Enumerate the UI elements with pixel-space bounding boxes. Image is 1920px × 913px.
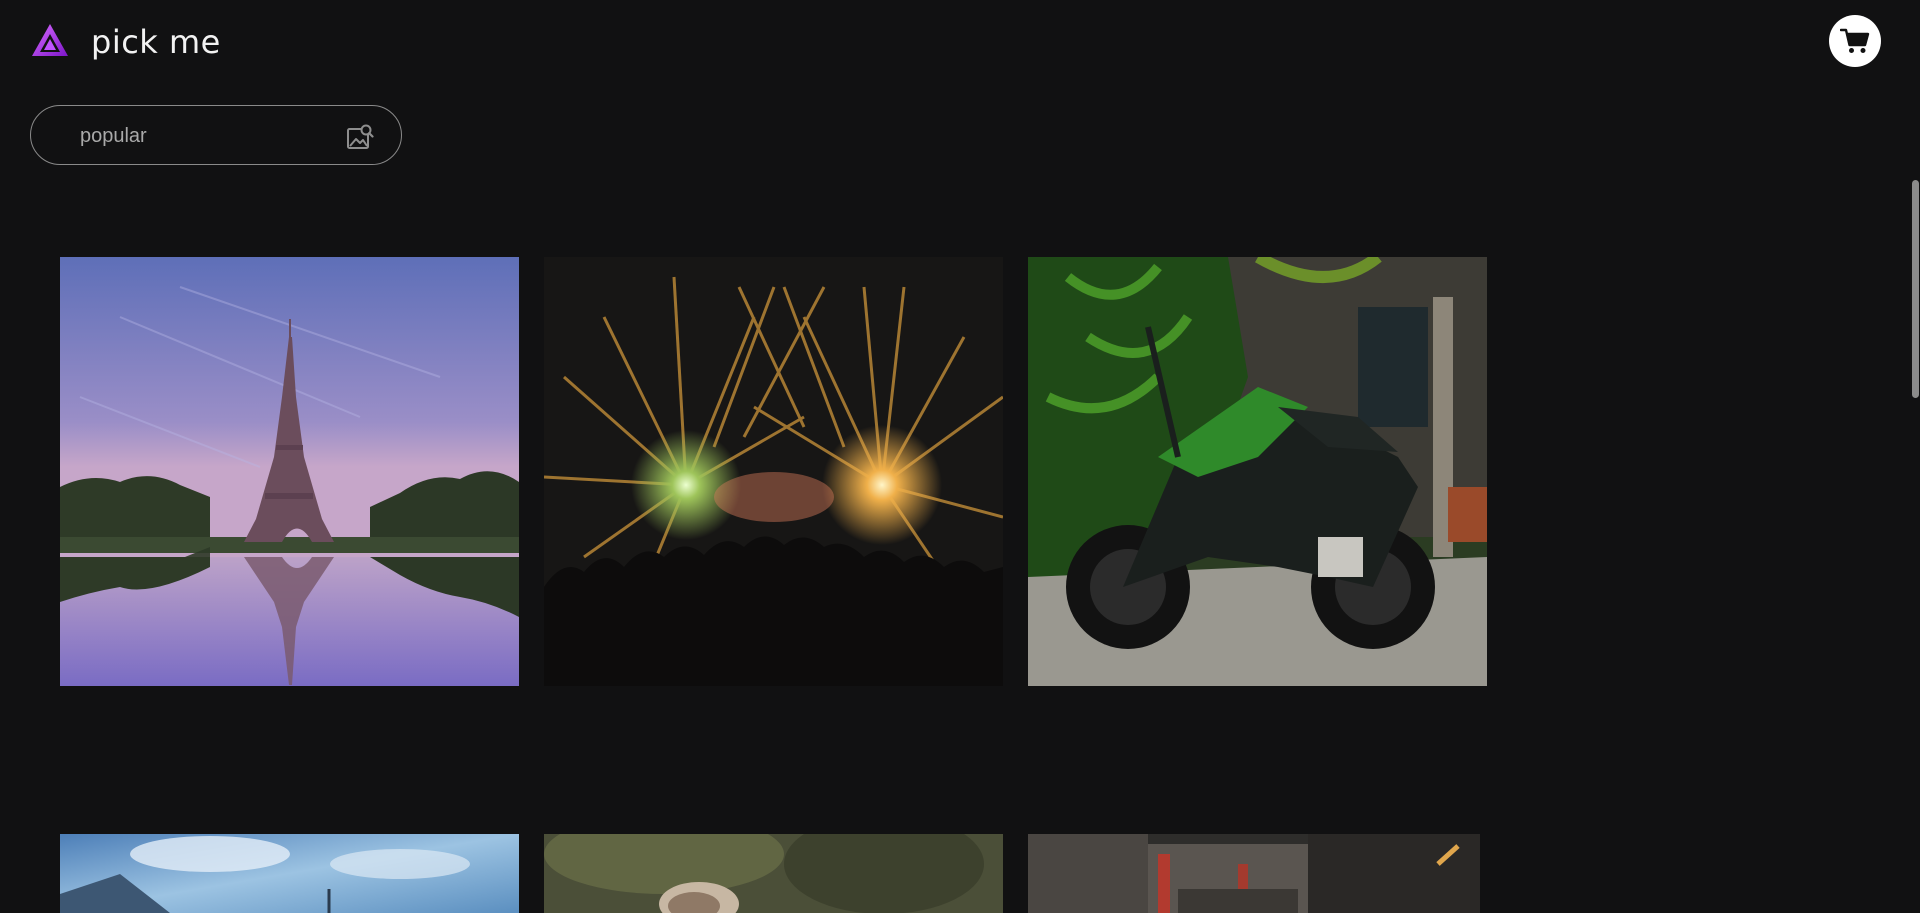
scrollbar-track[interactable] (1910, 0, 1920, 913)
brand-name[interactable]: pick me (91, 22, 221, 62)
gallery-image-animal-blurred[interactable] (544, 834, 1003, 913)
scrollbar-thumb[interactable] (1912, 180, 1919, 398)
search-input[interactable] (78, 120, 332, 152)
gallery-image-concert-lights[interactable] (544, 257, 1003, 686)
gallery-image-green-motorcycle[interactable] (1028, 257, 1487, 686)
gallery-image-eiffel-tower[interactable] (60, 257, 519, 686)
triangle-logo-icon[interactable] (30, 22, 70, 58)
top-bar: pick me (0, 0, 1920, 86)
image-search-icon[interactable] (346, 123, 374, 151)
cart-button[interactable] (1829, 15, 1881, 67)
search-box (30, 105, 402, 165)
shopping-cart-icon (1840, 28, 1870, 53)
gallery-image-city-street[interactable] (1028, 834, 1480, 913)
gallery-image-mountain-sky[interactable] (60, 834, 519, 913)
app-root: pick me (0, 0, 1920, 913)
